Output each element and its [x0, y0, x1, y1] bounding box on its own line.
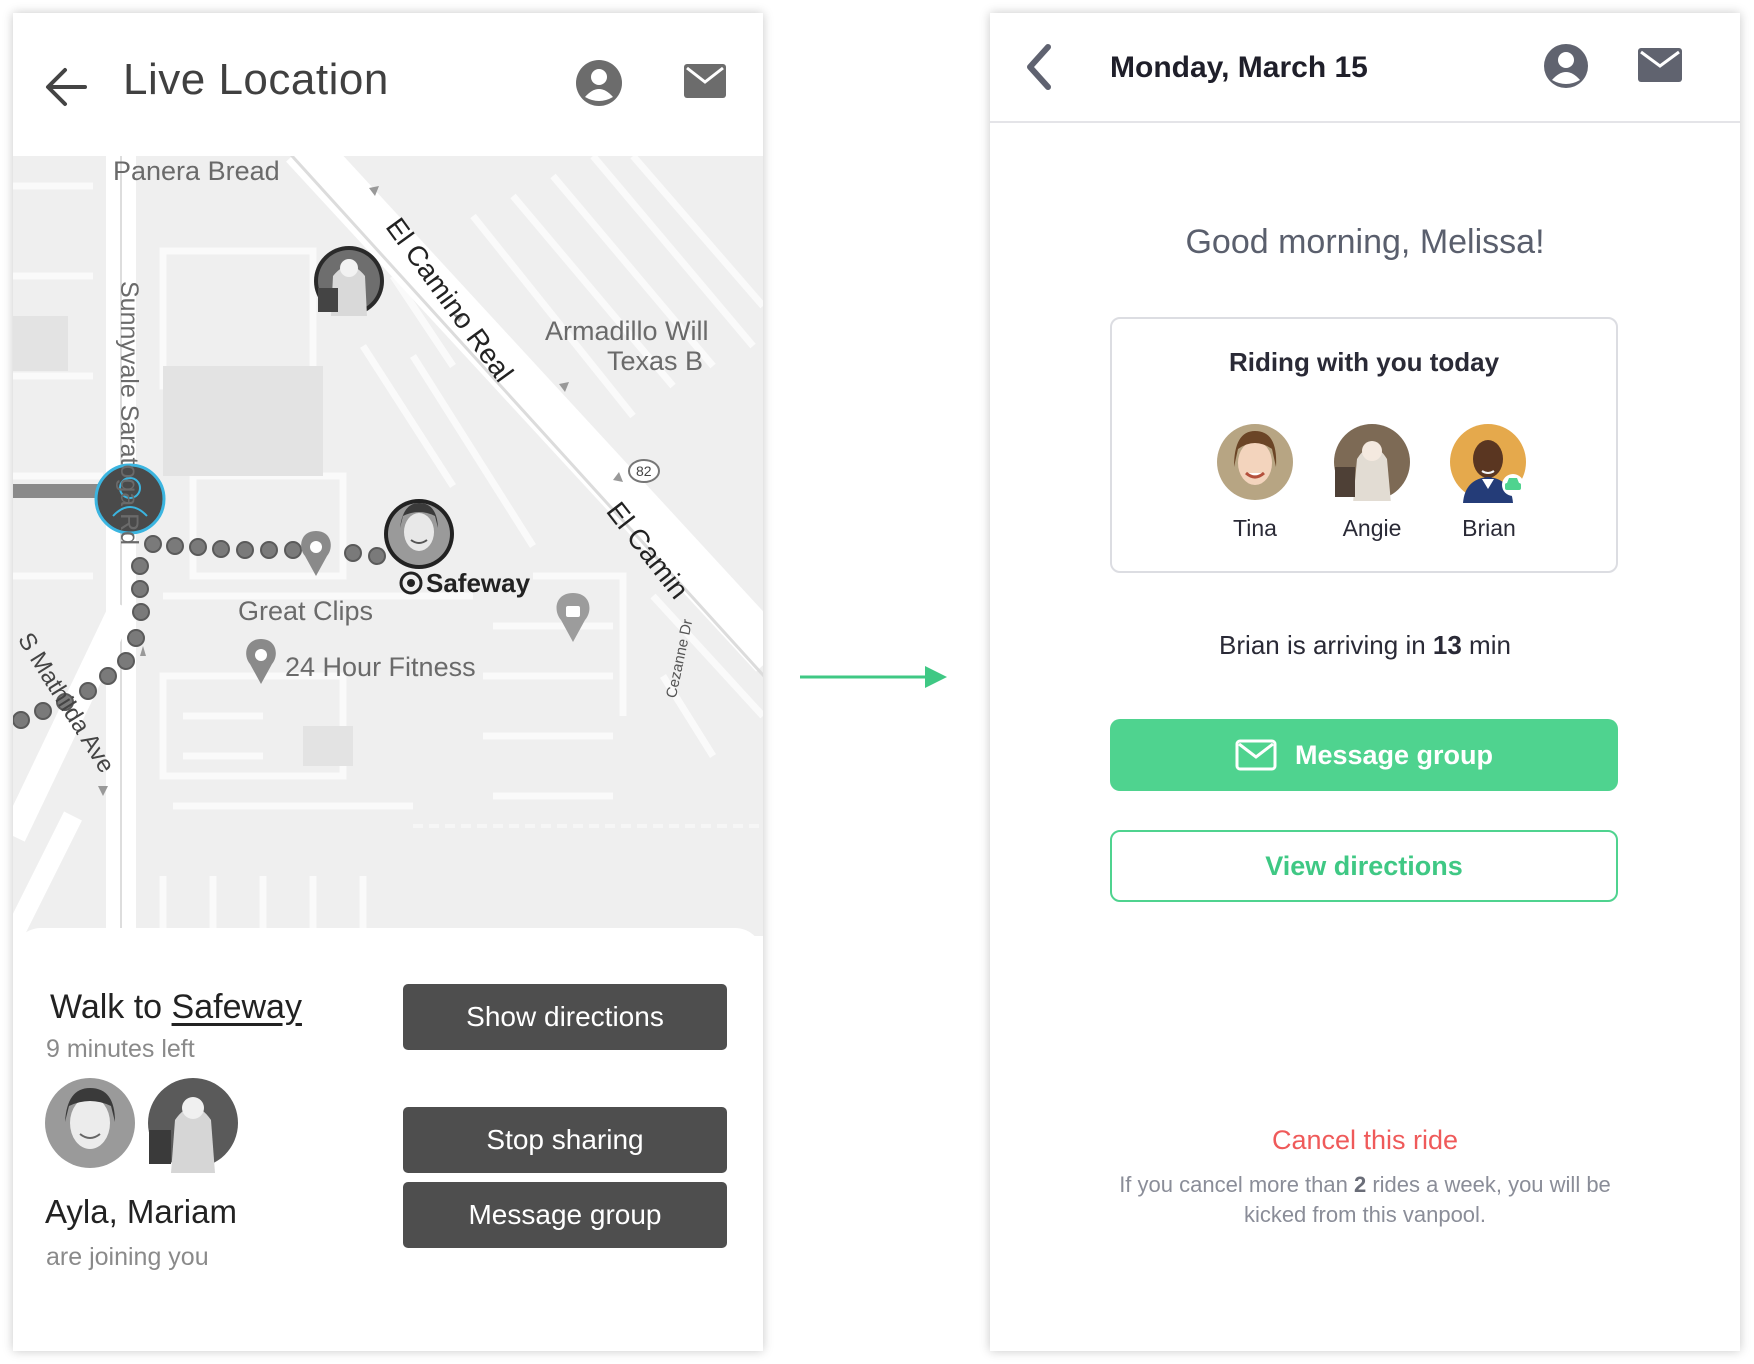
messages-button[interactable] — [683, 63, 727, 104]
warning-prefix: If you cancel more than — [1119, 1172, 1354, 1197]
arrival-suffix: min — [1461, 630, 1511, 660]
map-label-safeway: Safeway — [426, 568, 531, 598]
arrival-minutes: 13 — [1432, 630, 1462, 660]
page-title: Monday, March 15 — [1110, 51, 1368, 84]
riders-card-title: Riding with you today — [1228, 347, 1500, 377]
cancel-warning: If you cancel more than 2 rides a week, … — [1100, 1170, 1630, 1230]
map-label-texas: Texas B — [607, 346, 704, 376]
arrival-prefix: Brian is arriving in — [1219, 630, 1433, 660]
map-label-panera: Panera Bread — [113, 156, 280, 186]
map-view[interactable]: Panera Bread Sunnyvale Saratoga Rd El Ca… — [13, 156, 763, 936]
bottom-sheet: Walk to Safeway 9 minutes left Show dire… — [13, 928, 763, 1351]
rider-name: Angie — [1342, 515, 1402, 541]
map-label-armadillo: Armadillo Will — [545, 316, 709, 346]
avatar — [1334, 424, 1410, 503]
profile-button[interactable] — [575, 59, 623, 112]
ride-screen: Monday, March 15 Good morning, Melissa! … — [990, 13, 1740, 1351]
walk-time-left: 9 minutes left — [46, 1035, 195, 1063]
riders-card: Riding with you today Tina Angie Brian — [1110, 317, 1618, 573]
avatar[interactable] — [384, 499, 454, 569]
user-icon — [576, 60, 622, 106]
arrival-status: Brian is arriving in 13 min — [990, 630, 1740, 661]
back-arrow-icon — [46, 68, 87, 106]
chevron-left-icon — [1027, 44, 1051, 90]
back-button[interactable] — [41, 61, 93, 113]
message-group-button[interactable]: Message group — [403, 1182, 727, 1248]
live-location-screen: Live Location Panera Bread Sunnyvale Sar… — [13, 13, 763, 1351]
rider-brian[interactable]: Brian — [1444, 423, 1534, 541]
message-group-button[interactable]: Message group — [1110, 719, 1618, 791]
rider-name: Tina — [1233, 515, 1277, 541]
joining-subtitle: are joining you — [46, 1243, 209, 1271]
messages-button[interactable] — [1637, 47, 1683, 88]
cancel-ride-link[interactable]: Cancel this ride — [990, 1125, 1740, 1156]
back-button[interactable] — [1020, 43, 1060, 96]
header: Monday, March 15 — [990, 13, 1740, 123]
joining-names: Ayla, Mariam — [45, 1193, 237, 1230]
map-label-sunnyvale: Sunnyvale Saratoga Rd — [115, 281, 143, 546]
rider-angie[interactable]: Angie — [1327, 423, 1417, 541]
avatar-group — [45, 1078, 238, 1173]
rider-name: Brian — [1462, 515, 1516, 541]
avatar — [148, 1078, 238, 1173]
mail-icon — [1235, 739, 1277, 771]
page-title: Live Location — [123, 55, 389, 104]
flow-arrow-icon — [800, 666, 947, 688]
joining-avatars — [45, 1078, 245, 1183]
map-label-fitness: 24 Hour Fitness — [285, 652, 476, 682]
walk-title: Walk to Safeway — [50, 988, 302, 1027]
user-icon — [1544, 44, 1588, 88]
mail-icon — [684, 64, 726, 98]
avatar[interactable] — [314, 246, 384, 316]
stop-sharing-button[interactable]: Stop sharing — [403, 1107, 727, 1173]
greeting: Good morning, Melissa! — [1185, 223, 1545, 261]
profile-button[interactable] — [1543, 43, 1589, 94]
map-label-great-clips: Great Clips — [238, 596, 374, 626]
map-label-route: 82 — [636, 463, 652, 479]
rider-tina[interactable]: Tina — [1210, 423, 1300, 541]
walk-prefix: Walk to — [50, 988, 172, 1026]
avatar — [1450, 424, 1526, 503]
walk-destination-link[interactable]: Safeway — [172, 988, 302, 1026]
header: Live Location — [13, 13, 763, 157]
view-directions-button[interactable]: View directions — [1110, 830, 1618, 902]
car-icon — [1502, 474, 1524, 496]
avatar — [1217, 424, 1293, 500]
message-group-label: Message group — [1294, 739, 1494, 770]
avatar — [45, 1078, 135, 1168]
mail-icon — [1638, 48, 1682, 82]
show-directions-button[interactable]: Show directions — [403, 984, 727, 1050]
warning-count: 2 — [1353, 1172, 1367, 1197]
